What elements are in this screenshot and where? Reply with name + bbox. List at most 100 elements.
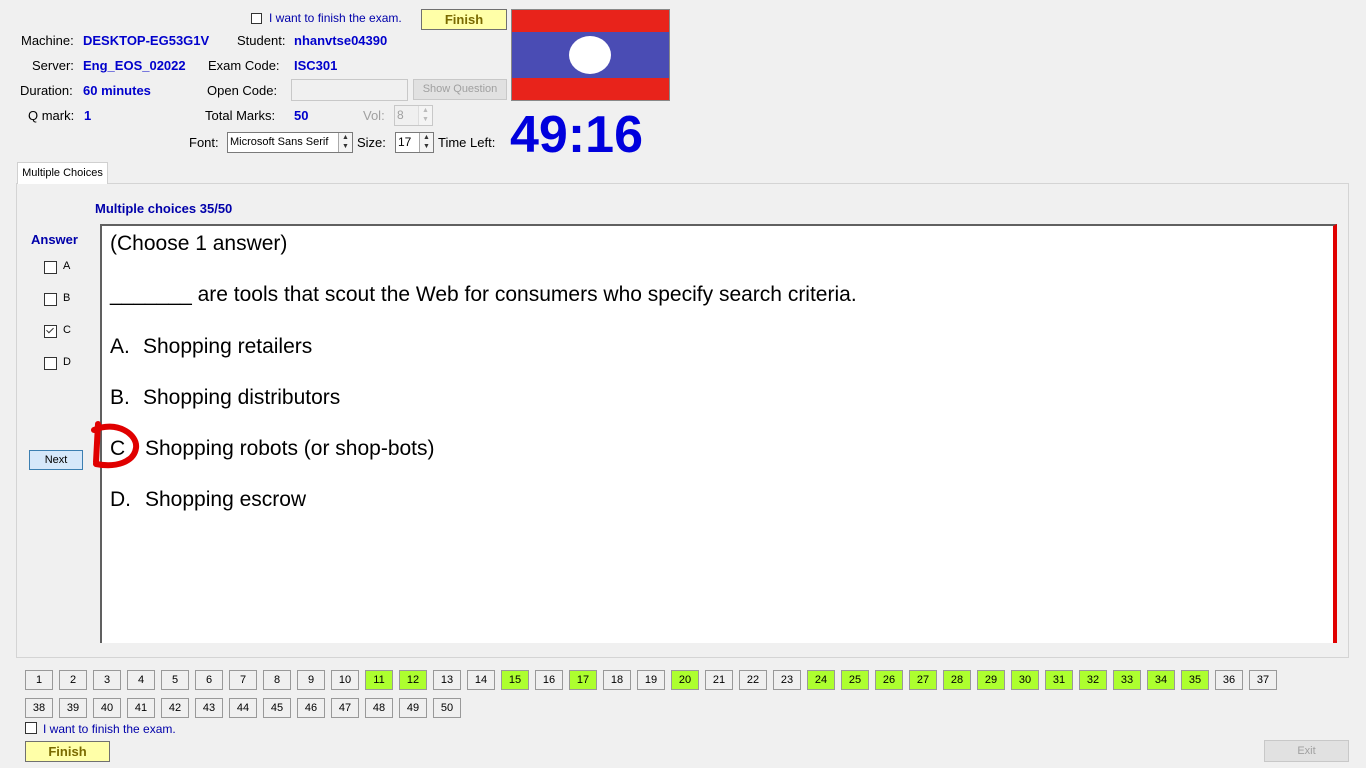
finish-exam-checkbox-label-bottom: I want to finish the exam. — [43, 722, 176, 736]
question-stem: _______ are tools that scout the Web for… — [110, 283, 857, 306]
answer-option-label-a: A — [63, 260, 71, 272]
vol-value: 8 — [397, 108, 404, 122]
question-nav-button-27[interactable]: 27 — [909, 670, 937, 690]
question-nav-button-22[interactable]: 22 — [739, 670, 767, 690]
question-nav-button-41[interactable]: 41 — [127, 698, 155, 718]
vol-input[interactable]: 8 ▲ ▼ — [394, 105, 433, 126]
q-mark-value: 1 — [84, 108, 92, 123]
exam-code-label: Exam Code: — [208, 58, 280, 73]
question-nav-button-5[interactable]: 5 — [161, 670, 189, 690]
question-nav-button-23[interactable]: 23 — [773, 670, 801, 690]
question-nav-button-39[interactable]: 39 — [59, 698, 87, 718]
flag-image — [511, 9, 670, 101]
question-nav-button-17[interactable]: 17 — [569, 670, 597, 690]
question-nav-button-49[interactable]: 49 — [399, 698, 427, 718]
question-nav-button-10[interactable]: 10 — [331, 670, 359, 690]
show-question-button[interactable]: Show Question — [413, 79, 507, 100]
choice-b-letter: B. — [110, 386, 130, 409]
font-spinner[interactable]: ▲ ▼ — [338, 133, 352, 152]
open-code-input[interactable] — [291, 79, 408, 101]
question-nav-button-25[interactable]: 25 — [841, 670, 869, 690]
question-nav-button-15[interactable]: 15 — [501, 670, 529, 690]
font-selector[interactable]: Microsoft Sans Serif ▲ ▼ — [227, 132, 353, 153]
question-nav-button-16[interactable]: 16 — [535, 670, 563, 690]
question-nav-button-7[interactable]: 7 — [229, 670, 257, 690]
time-left-label: Time Left: — [438, 135, 496, 150]
finish-button-bottom[interactable]: Finish — [25, 741, 110, 762]
question-nav-button-29[interactable]: 29 — [977, 670, 1005, 690]
question-nav-button-45[interactable]: 45 — [263, 698, 291, 718]
question-nav-button-40[interactable]: 40 — [93, 698, 121, 718]
question-nav-button-50[interactable]: 50 — [433, 698, 461, 718]
question-nav-button-20[interactable]: 20 — [671, 670, 699, 690]
question-nav-button-34[interactable]: 34 — [1147, 670, 1175, 690]
question-nav-button-18[interactable]: 18 — [603, 670, 631, 690]
finish-exam-checkbox-top[interactable] — [251, 13, 262, 24]
question-nav-button-37[interactable]: 37 — [1249, 670, 1277, 690]
answer-checkbox-b[interactable] — [44, 293, 57, 306]
next-button-label: Next — [44, 454, 68, 466]
question-nav-button-44[interactable]: 44 — [229, 698, 257, 718]
size-spinner[interactable]: ▲ ▼ — [419, 133, 433, 152]
next-button[interactable]: Next — [29, 450, 83, 470]
size-input[interactable]: 17 ▲ ▼ — [395, 132, 434, 153]
question-nav-button-2[interactable]: 2 — [59, 670, 87, 690]
exam-code-value: ISC301 — [294, 58, 338, 73]
answer-option-label-c: C — [63, 324, 71, 336]
question-nav-button-48[interactable]: 48 — [365, 698, 393, 718]
font-label: Font: — [189, 135, 219, 150]
question-nav-button-11[interactable]: 11 — [365, 670, 393, 690]
question-nav-button-3[interactable]: 3 — [93, 670, 121, 690]
duration-value: 60 minutes — [83, 83, 151, 98]
question-nav-button-12[interactable]: 12 — [399, 670, 427, 690]
answer-checkbox-d[interactable] — [44, 357, 57, 370]
choice-a-letter: A. — [110, 335, 130, 358]
question-nav-button-6[interactable]: 6 — [195, 670, 223, 690]
question-nav-button-4[interactable]: 4 — [127, 670, 155, 690]
finish-exam-checkbox-bottom[interactable] — [25, 722, 37, 734]
server-label: Server: — [32, 58, 74, 73]
student-label: Student: — [237, 33, 286, 48]
exit-button[interactable]: Exit — [1264, 740, 1349, 762]
question-nav-button-21[interactable]: 21 — [705, 670, 733, 690]
question-nav-button-8[interactable]: 8 — [263, 670, 291, 690]
question-nav-button-30[interactable]: 30 — [1011, 670, 1039, 690]
size-label: Size: — [357, 135, 386, 150]
question-nav-button-28[interactable]: 28 — [943, 670, 971, 690]
choice-c-text: Shopping robots (or shop-bots) — [145, 437, 435, 460]
question-nav-button-1[interactable]: 1 — [25, 670, 53, 690]
question-nav-button-9[interactable]: 9 — [297, 670, 325, 690]
question-nav-button-14[interactable]: 14 — [467, 670, 495, 690]
tab-multiple-choices[interactable]: Multiple Choices — [17, 162, 108, 184]
machine-label: Machine: — [21, 33, 74, 48]
question-nav-button-13[interactable]: 13 — [433, 670, 461, 690]
question-nav-button-31[interactable]: 31 — [1045, 670, 1073, 690]
flag-bottom-stripe — [512, 78, 669, 100]
question-nav-button-35[interactable]: 35 — [1181, 670, 1209, 690]
question-nav-button-47[interactable]: 47 — [331, 698, 359, 718]
answer-checkbox-c[interactable] — [44, 325, 57, 338]
answer-checkbox-a[interactable] — [44, 261, 57, 274]
answer-option-label-d: D — [63, 356, 71, 368]
question-nav-button-42[interactable]: 42 — [161, 698, 189, 718]
vol-spinner[interactable]: ▲ ▼ — [418, 106, 432, 125]
question-nav-button-24[interactable]: 24 — [807, 670, 835, 690]
finish-button-top[interactable]: Finish — [421, 9, 507, 30]
question-nav-button-19[interactable]: 19 — [637, 670, 665, 690]
time-left-value: 49:16 — [510, 106, 643, 164]
question-nav-button-26[interactable]: 26 — [875, 670, 903, 690]
font-value: Microsoft Sans Serif — [230, 136, 329, 148]
flag-circle — [569, 36, 611, 74]
question-nav-button-43[interactable]: 43 — [195, 698, 223, 718]
vol-label: Vol: — [363, 108, 385, 123]
question-nav-button-33[interactable]: 33 — [1113, 670, 1141, 690]
question-nav-button-32[interactable]: 32 — [1079, 670, 1107, 690]
question-nav-button-38[interactable]: 38 — [25, 698, 53, 718]
finish-exam-checkbox-label-top: I want to finish the exam. — [269, 11, 402, 25]
choice-a-text: Shopping retailers — [143, 335, 313, 358]
answer-option-label-b: B — [63, 292, 71, 304]
q-mark-label: Q mark: — [28, 108, 75, 123]
question-nav-button-36[interactable]: 36 — [1215, 670, 1243, 690]
choice-d-text: Shopping escrow — [145, 488, 307, 511]
question-nav-button-46[interactable]: 46 — [297, 698, 325, 718]
